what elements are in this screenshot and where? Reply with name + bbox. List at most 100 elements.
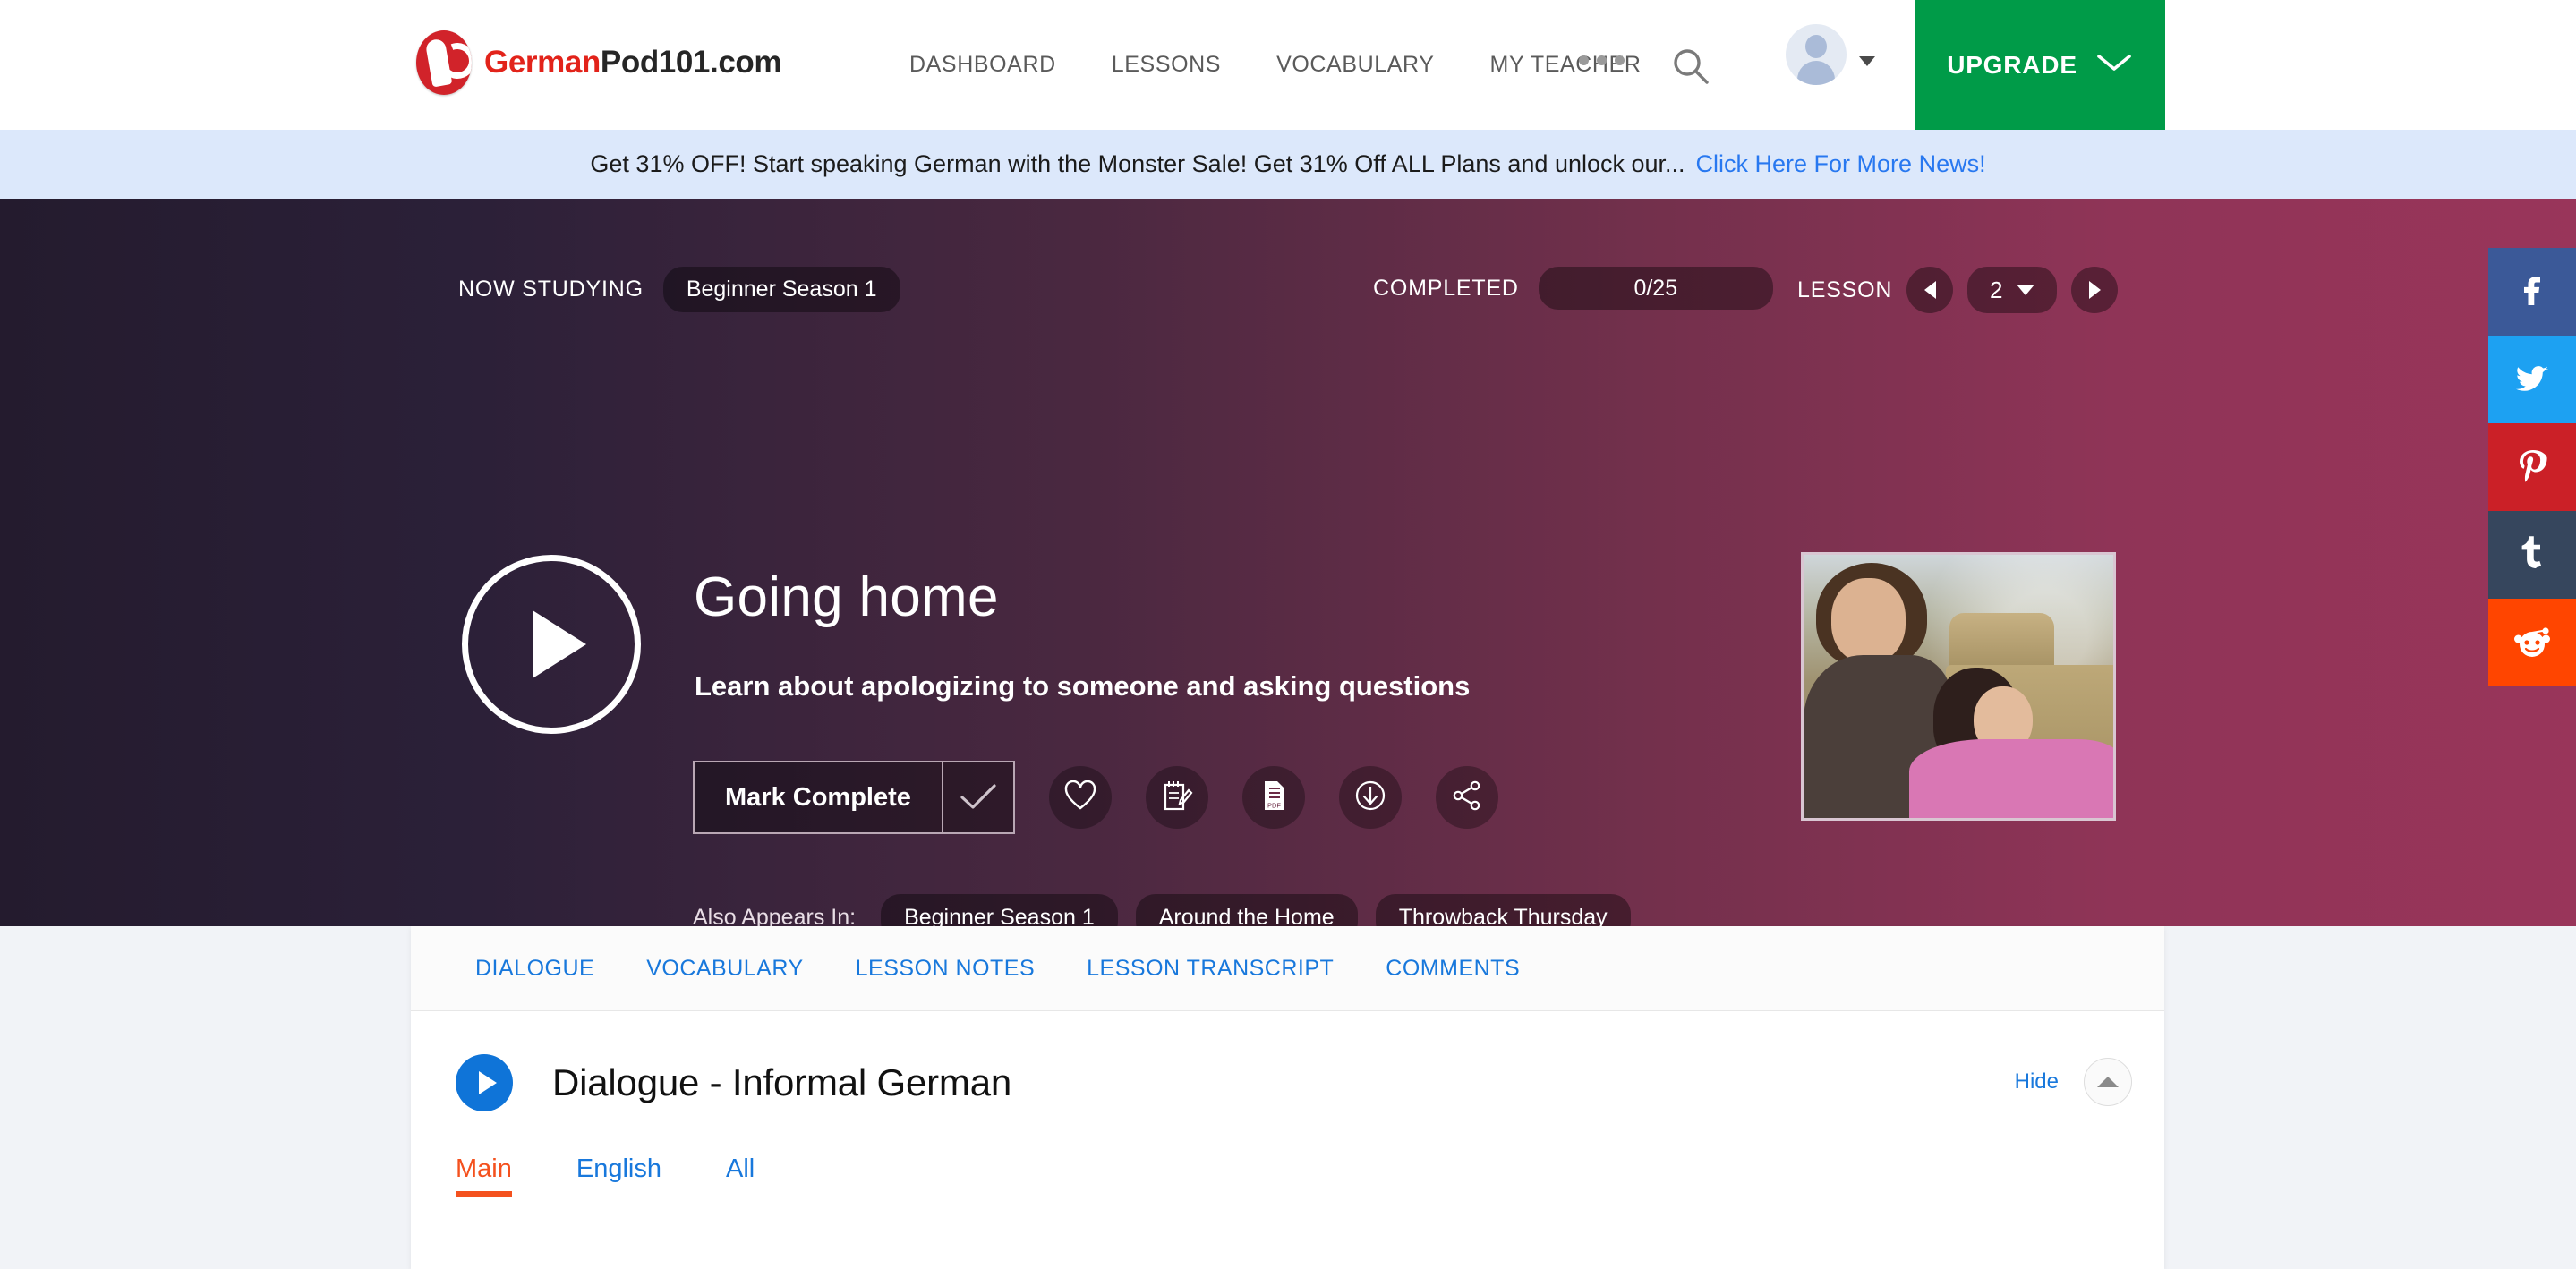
ellipsis-dot	[1597, 55, 1607, 65]
collapse-dialogue-button[interactable]	[2084, 1058, 2132, 1106]
notepad-pencil-icon	[1161, 779, 1193, 817]
logo-text-part1: German	[484, 45, 601, 80]
lesson-actions: Mark Complete	[693, 761, 1498, 834]
nav-item-dashboard[interactable]: DASHBOARD	[882, 52, 1084, 78]
hide-link[interactable]: Hide	[2015, 1069, 2059, 1094]
chevron-up-icon	[2097, 1077, 2119, 1087]
ellipsis-icon[interactable]	[1579, 55, 1625, 65]
user-avatar-icon	[1786, 24, 1847, 85]
logo-text-part2: Pod101.com	[601, 45, 781, 80]
social-share-sidebar	[2488, 248, 2576, 686]
nav-item-lessons[interactable]: LESSONS	[1084, 52, 1249, 78]
tab-lesson-transcript[interactable]: LESSON TRANSCRIPT	[1087, 956, 1386, 982]
also-appears-in: Also Appears In: Beginner Season 1 Aroun…	[693, 894, 1631, 926]
reddit-icon	[2512, 620, 2553, 666]
tab-lesson-notes[interactable]: LESSON NOTES	[856, 956, 1088, 982]
also-appears-tag[interactable]: Beginner Season 1	[881, 894, 1118, 926]
also-appears-label: Also Appears In:	[693, 905, 856, 926]
announcement-text: Get 31% OFF! Start speaking German with …	[590, 150, 1685, 178]
hero-status-bar: NOW STUDYING Beginner Season 1 COMPLETED…	[0, 267, 2576, 311]
reddit-share-button[interactable]	[2488, 599, 2576, 686]
upgrade-button-label: UPGRADE	[1947, 51, 2077, 80]
thumbnail-woman-body	[1909, 739, 2116, 821]
completed-label: COMPLETED	[1373, 276, 1519, 302]
tab-comments[interactable]: COMMENTS	[1386, 956, 1572, 982]
twitter-icon	[2512, 357, 2553, 403]
dialogue-subtabs: Main English All	[411, 1111, 2164, 1197]
now-studying-label: NOW STUDYING	[458, 277, 644, 302]
facebook-share-button[interactable]	[2488, 248, 2576, 336]
ellipsis-dot	[1615, 55, 1625, 65]
pdf-document-icon: PDF	[1258, 779, 1289, 817]
caret-down-icon	[2017, 285, 2034, 295]
search-icon[interactable]	[1669, 45, 1712, 88]
pinterest-icon	[2512, 445, 2553, 490]
tumblr-icon	[2512, 532, 2553, 578]
check-icon	[942, 762, 1013, 832]
ellipsis-dot	[1579, 55, 1589, 65]
dialogue-collapse-group: Hide	[2015, 1058, 2132, 1106]
pod101-logo-icon	[416, 30, 472, 95]
nav-item-vocabulary[interactable]: VOCABULARY	[1249, 52, 1462, 78]
completed-progress: 0/25	[1539, 267, 1773, 310]
subtab-all[interactable]: All	[726, 1154, 755, 1197]
lesson-content-card: DIALOGUE VOCABULARY LESSON NOTES LESSON …	[411, 926, 2164, 1269]
notes-button[interactable]	[1146, 766, 1208, 829]
triangle-left	[1924, 281, 1936, 299]
tumblr-share-button[interactable]	[2488, 511, 2576, 599]
page-title: Going home	[694, 566, 999, 629]
also-appears-tag[interactable]: Around the Home	[1136, 894, 1358, 926]
dialogue-title: Dialogue - Informal German	[552, 1061, 1011, 1104]
mark-complete-label: Mark Complete	[695, 783, 942, 813]
completed-group: COMPLETED 0/25	[1373, 267, 1773, 310]
svg-text:PDF: PDF	[1267, 801, 1281, 809]
subtab-english[interactable]: English	[576, 1154, 661, 1197]
play-icon	[479, 1071, 497, 1094]
chevron-down-icon	[2095, 52, 2133, 78]
top-navigation-bar: GermanPod101.com DASHBOARD LESSONS VOCAB…	[0, 0, 2576, 130]
heart-icon	[1064, 780, 1096, 815]
dialogue-header: Dialogue - Informal German Hide	[411, 1011, 2164, 1111]
pdf-button[interactable]: PDF	[1242, 766, 1305, 829]
lesson-hero: NOW STUDYING Beginner Season 1 COMPLETED…	[0, 199, 2576, 926]
lesson-nav-group: LESSON 2	[1797, 267, 2118, 313]
nav-item-my-teacher[interactable]: MY TEACHER	[1463, 52, 1669, 78]
facebook-icon	[2512, 269, 2553, 315]
upgrade-button[interactable]: UPGRADE	[1915, 0, 2165, 130]
now-studying-group: NOW STUDYING Beginner Season 1	[458, 267, 900, 312]
play-dialogue-button[interactable]	[456, 1054, 513, 1111]
arrow-left-icon[interactable]	[1906, 267, 1953, 313]
lesson-thumbnail	[1801, 552, 2116, 821]
site-logo-text: GermanPod101.com	[484, 45, 781, 81]
lesson-page: GermanPod101.com DASHBOARD LESSONS VOCAB…	[0, 0, 2576, 1269]
thumbnail-man-face	[1831, 578, 1906, 662]
lesson-number-select[interactable]: 2	[1967, 267, 2057, 313]
lesson-number-value: 2	[1990, 277, 2002, 304]
tab-dialogue[interactable]: DIALOGUE	[475, 956, 646, 982]
chevron-down-icon	[1859, 56, 1875, 66]
lesson-label: LESSON	[1797, 277, 1892, 303]
site-logo[interactable]: GermanPod101.com	[416, 30, 781, 95]
now-studying-value[interactable]: Beginner Season 1	[663, 267, 900, 312]
mark-complete-button[interactable]: Mark Complete	[693, 761, 1015, 834]
arrow-right-icon[interactable]	[2071, 267, 2118, 313]
announcement-bar: Get 31% OFF! Start speaking German with …	[0, 130, 2576, 199]
tab-vocabulary[interactable]: VOCABULARY	[646, 956, 855, 982]
share-button[interactable]	[1436, 766, 1498, 829]
favorite-button[interactable]	[1049, 766, 1112, 829]
share-icon	[1451, 779, 1483, 816]
download-arrow-icon	[1353, 779, 1387, 817]
download-button[interactable]	[1339, 766, 1402, 829]
lesson-tabs: DIALOGUE VOCABULARY LESSON NOTES LESSON …	[411, 926, 2164, 1011]
announcement-link[interactable]: Click Here For More News!	[1696, 150, 1986, 178]
play-lesson-button[interactable]	[462, 555, 641, 734]
twitter-share-button[interactable]	[2488, 336, 2576, 423]
subtab-main[interactable]: Main	[456, 1154, 512, 1197]
account-menu[interactable]	[1786, 24, 1875, 85]
lesson-subtitle: Learn about apologizing to someone and a…	[695, 670, 1470, 703]
also-appears-tag[interactable]: Throwback Thursday	[1376, 894, 1631, 926]
triangle-right	[2089, 281, 2101, 299]
play-icon	[533, 610, 586, 678]
pinterest-share-button[interactable]	[2488, 423, 2576, 511]
primary-nav: DASHBOARD LESSONS VOCABULARY MY TEACHER	[882, 0, 1669, 130]
